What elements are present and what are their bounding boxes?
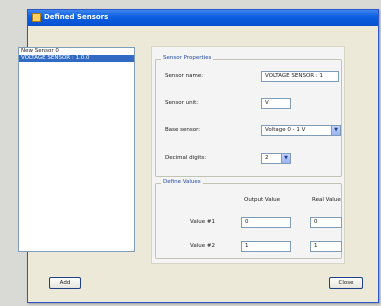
chevron-down-icon[interactable]: ▼ [281,154,290,163]
close-button[interactable]: Close [329,277,363,289]
base-sensor-value: Voltage 0 - 1 V [265,127,306,133]
sensor-properties-legend: Sensor Properties [161,55,214,61]
list-item-selected[interactable]: VOLTAGE SENSOR : 1.0.0 [19,55,134,62]
sensor-list[interactable]: New Sensor 0 VOLTAGE SENSOR : 1.0.0 [18,47,135,252]
value-1-real-input[interactable]: 0 [310,217,342,228]
add-button[interactable]: Add [49,277,81,289]
value-1-output-input[interactable]: 0 [241,217,291,228]
list-item[interactable]: New Sensor 0 [19,48,134,55]
value-2-real-input[interactable]: 1 [310,241,342,252]
sensor-unit-input[interactable]: V [261,98,291,109]
real-value-header: Real Value [312,197,341,203]
base-sensor-select[interactable]: Voltage 0 - 1 V ▼ [261,125,341,136]
sensor-unit-label: Sensor unit: [165,100,199,106]
value-1-label: Value #1 [190,219,215,225]
window-icon [32,13,41,22]
value-2-label: Value #2 [190,243,215,249]
window-title: Defined Sensors [44,13,109,21]
output-value-header: Output Value [244,197,280,203]
sensor-name-label: Sensor name: [165,73,204,79]
title-bar[interactable]: Defined Sensors [28,10,378,26]
sensor-name-input[interactable]: VOLTAGE SENSOR : 1 [261,71,339,82]
chevron-down-icon[interactable]: ▼ [331,126,340,135]
decimal-digits-label: Decimal digits: [165,155,207,161]
base-sensor-label: Base sensor: [165,127,201,133]
value-2-output-input[interactable]: 1 [241,241,291,252]
decimal-digits-value: 2 [265,155,269,161]
decimal-digits-select[interactable]: 2 ▼ [261,153,291,164]
define-values-legend: Define Values [161,179,203,185]
